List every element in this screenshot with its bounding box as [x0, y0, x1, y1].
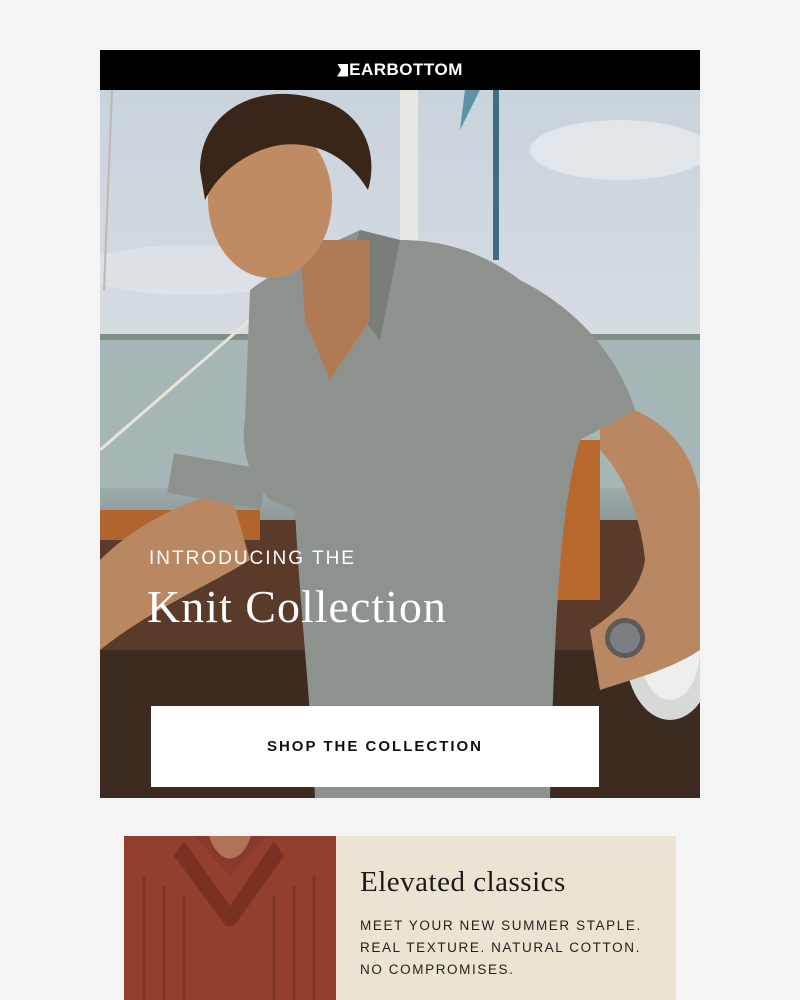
hero-eyebrow: INTRODUCING THE	[149, 548, 356, 569]
feature-copy-line-1: MEET YOUR NEW SUMMER STAPLE.	[360, 918, 642, 933]
feature-copy-line-3: NO COMPROMISES.	[360, 962, 515, 977]
email-header: EARBOTTOM	[100, 50, 700, 90]
hero-title: Knit Collection	[147, 581, 447, 632]
brand-wordmark: EARBOTTOM	[349, 60, 463, 79]
hero-banner[interactable]: INTRODUCING THE Knit Collection SHOP THE…	[100, 90, 700, 798]
email-container: EARBOTTOM INTRODUCING THE Knit Collectio…	[100, 50, 700, 798]
feature-title: Elevated classics	[360, 866, 566, 898]
hero-photo	[100, 90, 700, 798]
feature-block[interactable]: Elevated classics MEET YOUR NEW SUMMER S…	[124, 836, 676, 1000]
shop-the-collection-button[interactable]: SHOP THE COLLECTION	[151, 706, 599, 787]
feature-photo	[124, 836, 336, 1000]
brand-logo[interactable]: EARBOTTOM	[337, 60, 463, 80]
feature-product-image[interactable]	[124, 836, 336, 1000]
logo-mark-icon	[337, 63, 349, 77]
feature-copy-line-2: REAL TEXTURE. NATURAL COTTON.	[360, 940, 641, 955]
feature-text: Elevated classics MEET YOUR NEW SUMMER S…	[336, 836, 676, 1000]
